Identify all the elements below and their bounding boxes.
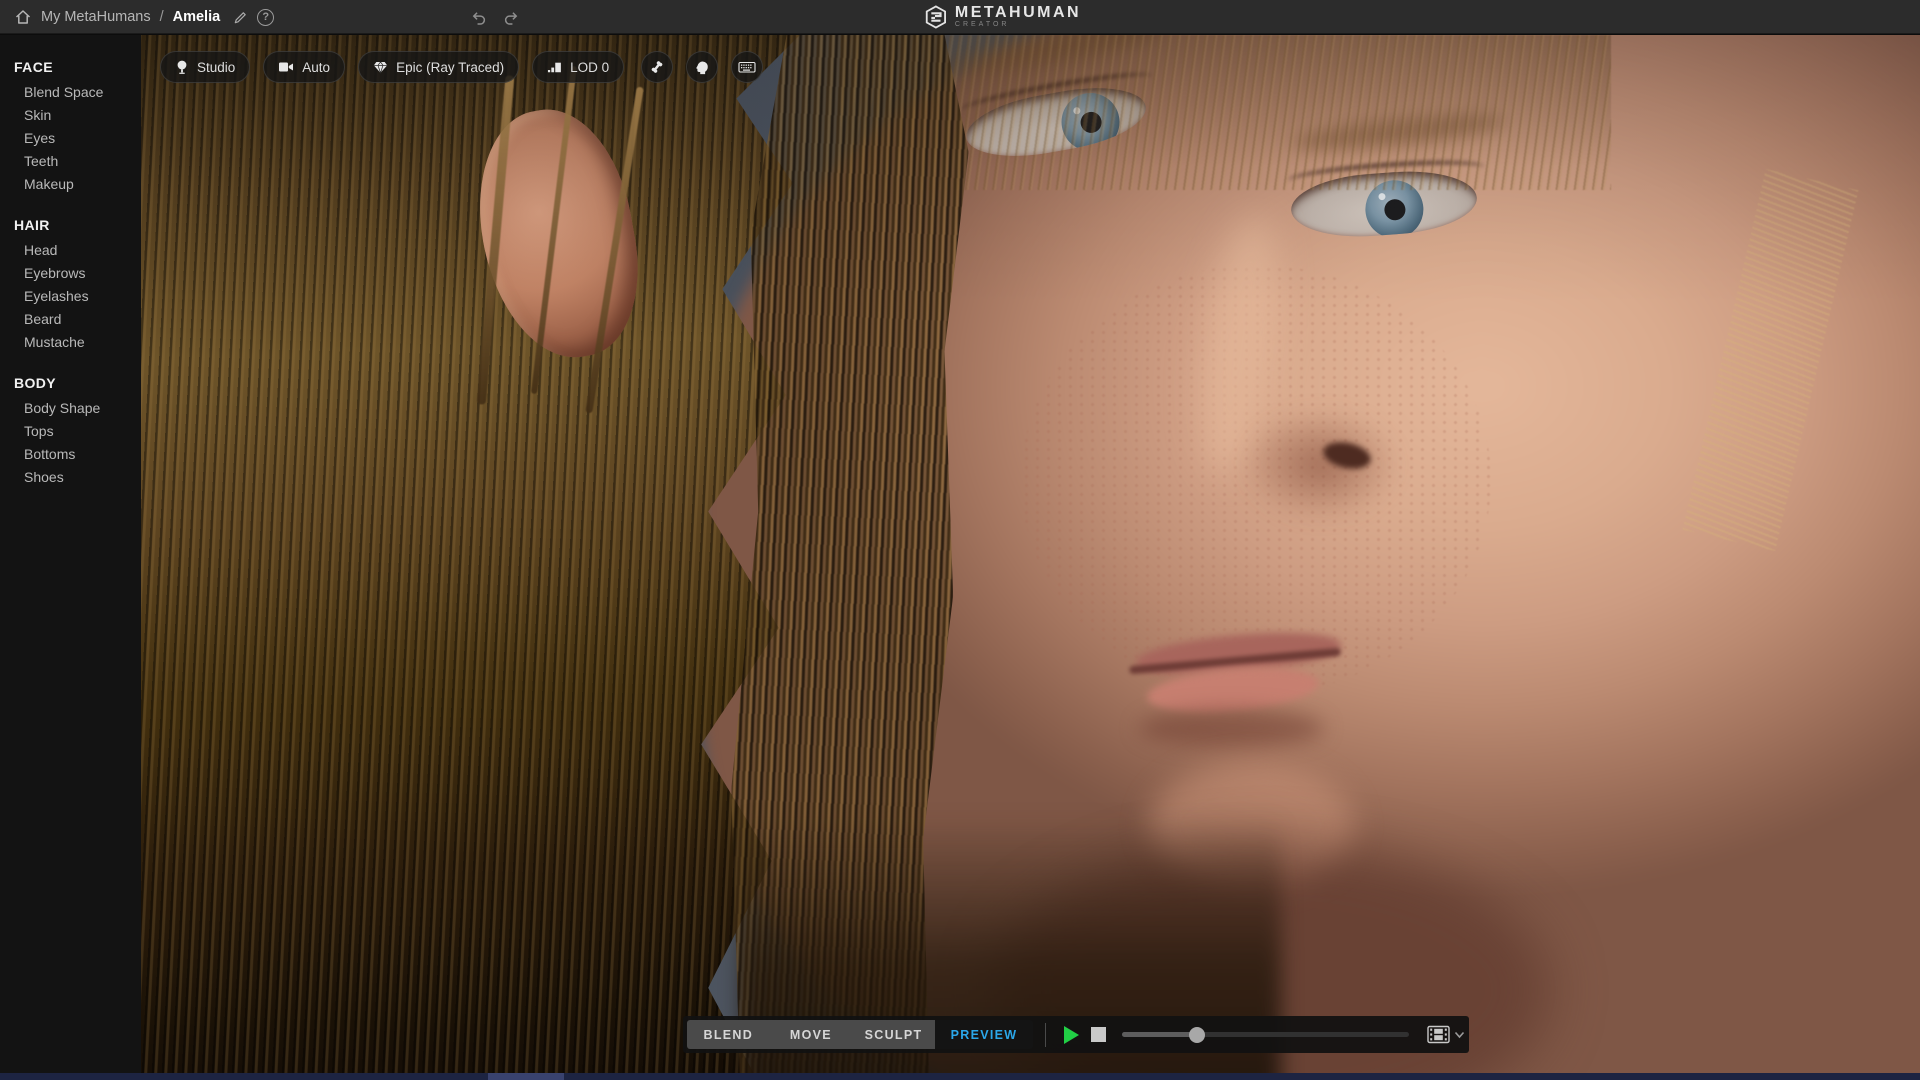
rig-toggle-button[interactable] — [641, 51, 673, 83]
breadcrumb: My MetaHumans / Amelia ? — [14, 0, 274, 34]
slider-thumb[interactable] — [1189, 1027, 1205, 1043]
environment-label: Studio — [197, 60, 235, 75]
sidebar-item-blend-space[interactable]: Blend Space — [0, 80, 141, 103]
play-button[interactable] — [1064, 1026, 1079, 1044]
sidebar-section-hair: HAIR Head Eyebrows Eyelashes Beard Musta… — [0, 217, 141, 353]
mode-move[interactable]: MOVE — [770, 1020, 853, 1049]
section-title-hair: HAIR — [0, 217, 141, 238]
sidebar-item-shoes[interactable]: Shoes — [0, 465, 141, 488]
chevron-down-icon[interactable] — [1454, 1031, 1465, 1039]
film-strip-icon — [1427, 1025, 1450, 1044]
home-icon[interactable] — [14, 8, 32, 26]
sidebar-section-body: BODY Body Shape Tops Bottoms Shoes — [0, 375, 141, 488]
environment-button[interactable]: Studio — [160, 51, 250, 83]
metahuman-hexagon-icon — [925, 5, 947, 29]
top-bar: My MetaHumans / Amelia ? — [0, 0, 1920, 34]
breadcrumb-root[interactable]: My MetaHumans — [41, 9, 151, 25]
head-profile-icon — [694, 59, 710, 75]
camera-button[interactable]: Auto — [263, 51, 345, 83]
keyboard-icon — [738, 60, 756, 74]
mode-blend[interactable]: BLEND — [687, 1020, 770, 1049]
clay-preview-button[interactable] — [686, 51, 718, 83]
bone-icon — [649, 59, 665, 75]
taskbar-strip — [0, 1073, 1920, 1080]
quality-label: Epic (Ray Traced) — [396, 60, 504, 75]
sidebar-item-eyes[interactable]: Eyes — [0, 126, 141, 149]
lod-label: LOD 0 — [570, 60, 609, 75]
app-logo: METAHUMAN CREATOR — [925, 0, 1081, 34]
rename-pencil-icon[interactable] — [233, 10, 248, 25]
sidebar-item-mustache[interactable]: Mustache — [0, 330, 141, 353]
quality-diamond-icon — [373, 60, 388, 74]
breadcrumb-current: Amelia — [173, 9, 221, 25]
sidebar-item-head[interactable]: Head — [0, 238, 141, 261]
help-icon[interactable]: ? — [257, 9, 274, 26]
viewport-toolbar: Studio Auto Epic (Ray Traced) LOD 0 — [160, 51, 763, 83]
section-title-body: BODY — [0, 375, 141, 396]
sidebar-item-tops[interactable]: Tops — [0, 419, 141, 442]
viewport-render[interactable]: Studio Auto Epic (Ray Traced) LOD 0 — [141, 35, 1920, 1073]
bottom-toolbar: BLEND MOVE SCULPT PREVIEW — [683, 1016, 1469, 1053]
toolbar-divider — [1045, 1023, 1046, 1047]
logo-subtitle: CREATOR — [955, 21, 1081, 29]
lod-bars-icon — [547, 60, 562, 74]
lod-button[interactable]: LOD 0 — [532, 51, 624, 83]
nose-shadow — [1241, 407, 1401, 522]
mode-segmented-control: BLEND MOVE SCULPT PREVIEW — [687, 1020, 1033, 1049]
sidebar-section-face: FACE Blend Space Skin Eyes Teeth Makeup — [0, 59, 141, 195]
help-label: ? — [262, 11, 269, 23]
sidebar-item-teeth[interactable]: Teeth — [0, 149, 141, 172]
animation-picker[interactable] — [1427, 1025, 1465, 1044]
breadcrumb-separator: / — [160, 9, 164, 25]
sidebar-item-eyelashes[interactable]: Eyelashes — [0, 284, 141, 307]
taskbar-segment — [488, 1073, 564, 1080]
camera-icon — [278, 61, 294, 73]
section-title-face: FACE — [0, 59, 141, 80]
history-controls — [470, 0, 520, 34]
sidebar-item-bottoms[interactable]: Bottoms — [0, 442, 141, 465]
studio-light-icon — [175, 59, 189, 75]
sidebar-item-body-shape[interactable]: Body Shape — [0, 396, 141, 419]
quality-button[interactable]: Epic (Ray Traced) — [358, 51, 519, 83]
stop-button[interactable] — [1091, 1027, 1106, 1042]
sidebar-item-makeup[interactable]: Makeup — [0, 172, 141, 195]
logo-title: METAHUMAN — [955, 5, 1081, 20]
catchlight-right — [1378, 193, 1385, 200]
camera-label: Auto — [302, 60, 330, 75]
lip-shadow — [1139, 709, 1324, 747]
metahuman-creator-app: My MetaHumans / Amelia ? — [0, 0, 1920, 1080]
pupil-right — [1384, 199, 1406, 221]
sidebar-item-eyebrows[interactable]: Eyebrows — [0, 261, 141, 284]
sidebar: FACE Blend Space Skin Eyes Teeth Makeup … — [0, 35, 141, 1073]
keyboard-shortcuts-button[interactable] — [731, 51, 763, 83]
sidebar-item-skin[interactable]: Skin — [0, 103, 141, 126]
timeline-slider[interactable] — [1122, 1025, 1409, 1045]
mode-sculpt[interactable]: SCULPT — [852, 1020, 935, 1049]
slider-fill — [1122, 1032, 1197, 1037]
mode-preview[interactable]: PREVIEW — [935, 1020, 1033, 1049]
sidebar-item-beard[interactable]: Beard — [0, 307, 141, 330]
redo-icon[interactable] — [503, 9, 520, 26]
undo-icon[interactable] — [470, 9, 487, 26]
